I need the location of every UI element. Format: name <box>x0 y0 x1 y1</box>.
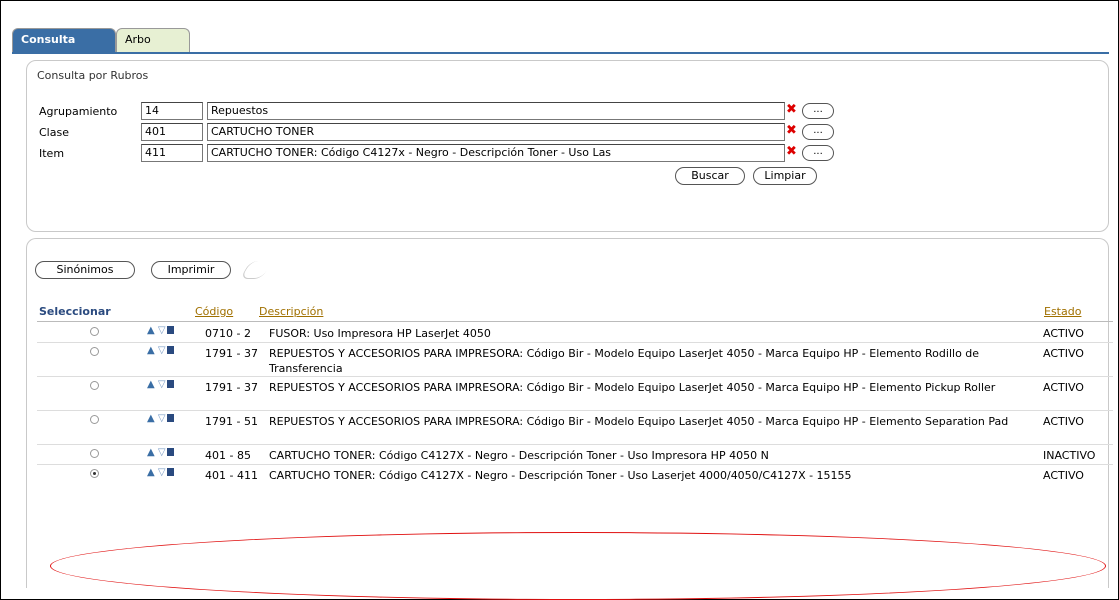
row-code: 1791 - 37 <box>205 381 258 394</box>
row-estado: ACTIVO <box>1043 415 1084 428</box>
detail-icon[interactable] <box>166 448 174 456</box>
row-estado: ACTIVO <box>1043 469 1084 482</box>
sinonimos-button[interactable]: Sinónimos <box>35 261 135 279</box>
row-actions: ▲ ▽ <box>147 447 174 458</box>
row-desc: FUSOR: Uso Impresora HP LaserJet 4050 <box>269 327 491 340</box>
row-desc: REPUESTOS Y ACCESORIOS PARA IMPRESORA: C… <box>269 381 996 394</box>
move-up-icon[interactable]: ▲ <box>147 413 155 424</box>
row-estado: ACTIVO <box>1043 327 1084 340</box>
item-lov-button[interactable]: ... <box>802 145 834 161</box>
table-row[interactable]: ▲ ▽ 0710 - 2 FUSOR: Uso Impresora HP Las… <box>37 323 1113 343</box>
limpiar-button[interactable]: Limpiar <box>753 167 817 185</box>
tab-underline <box>12 52 1109 54</box>
tab-consulta[interactable]: Consulta <box>12 28 116 52</box>
sort-descripcion-link[interactable]: Descripción <box>259 305 323 318</box>
row-actions: ▲ ▽ <box>147 467 174 478</box>
row-code: 401 - 85 <box>205 449 251 462</box>
row-code: 401 - 411 <box>205 469 258 482</box>
row-actions: ▲ ▽ <box>147 379 174 390</box>
move-down-icon[interactable]: ▽ <box>158 467 166 478</box>
detail-icon[interactable] <box>166 468 174 476</box>
row-desc: REPUESTOS Y ACCESORIOS PARA IMPRESORA: C… <box>269 415 1009 428</box>
agrupamiento-code-input[interactable]: 14 <box>141 102 203 120</box>
tab-arbol[interactable]: Arbo <box>116 28 190 52</box>
clase-label: Clase <box>39 126 69 139</box>
row-code: 1791 - 37 <box>205 347 258 360</box>
clear-icon[interactable]: ✖ <box>786 144 797 159</box>
clear-icon[interactable]: ✖ <box>786 102 797 117</box>
item-label: Item <box>39 147 65 160</box>
select-radio[interactable] <box>90 449 99 458</box>
move-down-icon[interactable]: ▽ <box>158 447 166 458</box>
filter-panel-title: Consulta por Rubros <box>37 69 149 82</box>
move-down-icon[interactable]: ▽ <box>158 325 166 336</box>
move-up-icon[interactable]: ▲ <box>147 447 155 458</box>
move-up-icon[interactable]: ▲ <box>147 345 155 356</box>
header-divider <box>37 321 1113 322</box>
row-actions: ▲ ▽ <box>147 413 174 424</box>
highlight-ellipse <box>50 532 1106 600</box>
header-descripcion[interactable]: Descripción <box>259 305 323 318</box>
clase-code-input[interactable]: 401 <box>141 123 203 141</box>
move-up-icon[interactable]: ▲ <box>147 467 155 478</box>
select-radio[interactable] <box>90 381 99 390</box>
agrupamiento-lov-button[interactable]: ... <box>802 103 834 119</box>
sort-codigo-link[interactable]: Código <box>195 305 233 318</box>
row-estado: ACTIVO <box>1043 347 1084 360</box>
filter-panel: Consulta por Rubros Agrupamiento 14 Repu… <box>26 60 1109 232</box>
select-radio-checked[interactable] <box>90 469 99 478</box>
detail-icon[interactable] <box>166 326 174 334</box>
detail-icon[interactable] <box>166 346 174 354</box>
row-desc: REPUESTOS Y ACCESORIOS PARA IMPRESORA: C… <box>269 347 980 375</box>
select-radio[interactable] <box>90 347 99 356</box>
row-estado: ACTIVO <box>1043 381 1084 394</box>
row-desc: CARTUCHO TONER: Código C4127X - Negro - … <box>269 469 852 482</box>
move-down-icon[interactable]: ▽ <box>158 345 166 356</box>
row-estado: INACTIVO <box>1043 449 1096 462</box>
item-code-input[interactable]: 411 <box>141 144 203 162</box>
select-radio[interactable] <box>90 327 99 336</box>
table-row-selected[interactable]: ▲ ▽ 401 - 411 CARTUCHO TONER: Código C41… <box>37 465 1113 499</box>
table-row[interactable]: ▲ ▽ 1791 - 37 REPUESTOS Y ACCESORIOS PAR… <box>37 343 1113 377</box>
table-row[interactable]: ▲ ▽ 1791 - 37 REPUESTOS Y ACCESORIOS PAR… <box>37 377 1113 411</box>
header-codigo[interactable]: Código <box>195 305 233 318</box>
row-actions: ▲ ▽ <box>147 345 174 356</box>
header-seleccionar: Seleccionar <box>39 305 111 318</box>
move-up-icon[interactable]: ▲ <box>147 379 155 390</box>
table-row[interactable]: ▲ ▽ 401 - 85 CARTUCHO TONER: Código C412… <box>37 445 1113 465</box>
move-down-icon[interactable]: ▽ <box>158 379 166 390</box>
row-actions: ▲ ▽ <box>147 325 174 336</box>
disabled-button <box>239 261 273 279</box>
detail-icon[interactable] <box>166 380 174 388</box>
row-code: 1791 - 51 <box>205 415 258 428</box>
sort-estado-link[interactable]: Estado <box>1044 305 1081 318</box>
buscar-button[interactable]: Buscar <box>675 167 745 185</box>
clase-desc-input[interactable]: CARTUCHO TONER <box>207 123 785 141</box>
move-down-icon[interactable]: ▽ <box>158 413 166 424</box>
table-row[interactable]: ▲ ▽ 1791 - 51 REPUESTOS Y ACCESORIOS PAR… <box>37 411 1113 445</box>
agrupamiento-desc-input[interactable]: Repuestos <box>207 102 785 120</box>
select-radio[interactable] <box>90 415 99 424</box>
clase-lov-button[interactable]: ... <box>802 124 834 140</box>
agrupamiento-label: Agrupamiento <box>39 105 118 118</box>
imprimir-button[interactable]: Imprimir <box>151 261 231 279</box>
move-up-icon[interactable]: ▲ <box>147 325 155 336</box>
row-code: 0710 - 2 <box>205 327 251 340</box>
row-desc: CARTUCHO TONER: Código C4127X - Negro - … <box>269 449 769 462</box>
item-desc-input[interactable]: CARTUCHO TONER: Código C4127x - Negro - … <box>207 144 785 162</box>
header-estado[interactable]: Estado <box>1044 305 1081 318</box>
detail-icon[interactable] <box>166 414 174 422</box>
clear-icon[interactable]: ✖ <box>786 123 797 138</box>
